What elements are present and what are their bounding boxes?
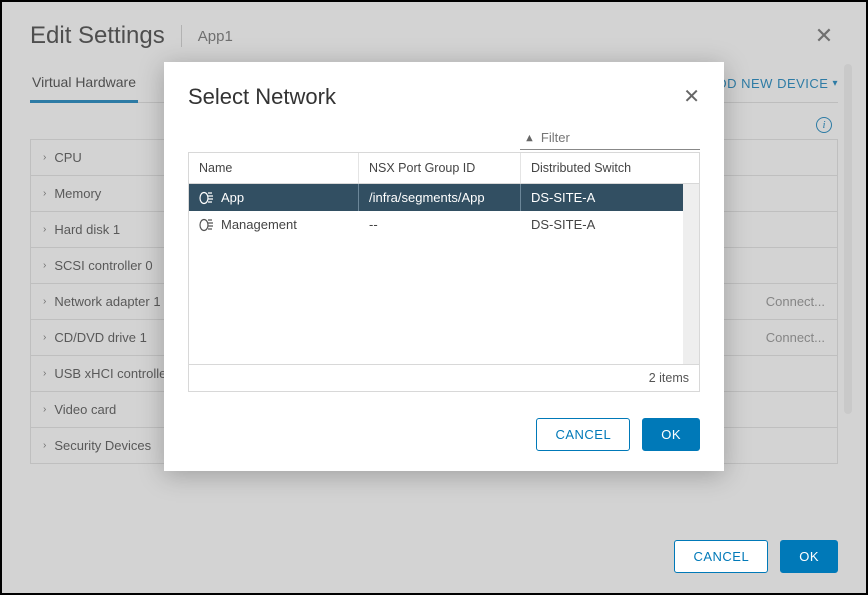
modal-footer: CANCEL OK [188, 418, 700, 451]
cell-switch: DS-SITE-A [531, 190, 595, 205]
table-row[interactable]: Management -- DS-SITE-A [189, 211, 699, 238]
grid-footer: 2 items [189, 364, 699, 391]
ok-button[interactable]: OK [780, 540, 838, 573]
filter-row: ▼ [188, 128, 700, 150]
network-grid: Name NSX Port Group ID Distributed Switc… [188, 152, 700, 392]
table-row[interactable]: App /infra/segments/App DS-SITE-A [189, 184, 699, 211]
cancel-button[interactable]: CANCEL [536, 418, 630, 451]
network-icon [199, 218, 215, 232]
scrollbar[interactable] [844, 64, 852, 414]
filter-icon: ▼ [524, 132, 535, 144]
close-icon[interactable]: ✕ [683, 84, 700, 109]
col-header-port[interactable]: NSX Port Group ID [359, 153, 521, 183]
cell-name: App [221, 190, 244, 205]
grid-body: App /infra/segments/App DS-SITE-A Manage… [189, 184, 699, 364]
network-icon [199, 191, 215, 205]
col-header-switch[interactable]: Distributed Switch [521, 153, 699, 183]
filter-box[interactable]: ▼ [520, 128, 700, 150]
cancel-button[interactable]: CANCEL [674, 540, 768, 573]
modal-header: Select Network ✕ [188, 84, 700, 110]
cell-port: -- [369, 217, 378, 232]
modal-title: Select Network [188, 84, 336, 110]
cell-name: Management [221, 217, 297, 232]
ok-button[interactable]: OK [642, 418, 700, 451]
select-network-modal: Select Network ✕ ▼ Name NSX Port Group I… [164, 62, 724, 471]
filter-input[interactable] [541, 130, 696, 145]
grid-header: Name NSX Port Group ID Distributed Switc… [189, 152, 699, 184]
col-header-name[interactable]: Name [189, 153, 359, 183]
cell-port: /infra/segments/App [369, 190, 485, 205]
edit-footer-buttons: CANCEL OK [674, 540, 838, 573]
grid-scrollbar[interactable] [683, 184, 699, 364]
cell-switch: DS-SITE-A [531, 217, 595, 232]
